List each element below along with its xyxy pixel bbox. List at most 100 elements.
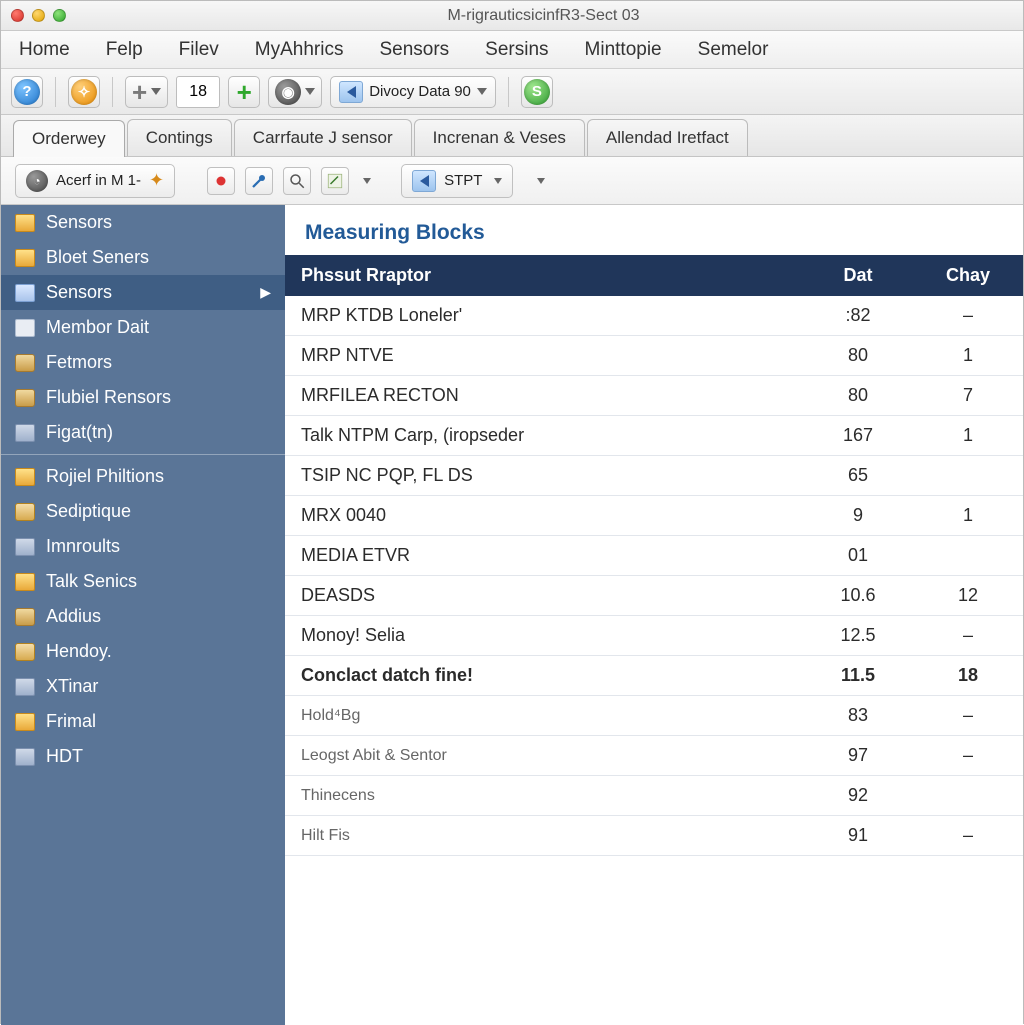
context-dropdown[interactable]: ◔ Acerf in M 1- ✦ [15,164,175,198]
help-button[interactable]: ? [11,76,43,108]
sidebar-item-addius[interactable]: Addius [1,599,285,634]
sidebar-item-frimal[interactable]: Frimal [1,704,285,739]
minimize-icon[interactable] [32,9,45,22]
separator [112,77,113,107]
add-green-button[interactable]: + [228,76,260,108]
sidebar-item-label: Sediptique [46,501,131,522]
tab-contings[interactable]: Contings [127,119,232,156]
menu-felp[interactable]: Felp [88,31,161,68]
data-source-dropdown[interactable]: Divocy Data 90 [330,76,496,108]
sidebar-item-rojiel-philtions[interactable]: Rojiel Philtions [1,459,285,494]
menu-minttopie[interactable]: Minttopie [567,31,680,68]
row-dat: 12.5 [803,616,913,656]
settings-button[interactable]: ✧ [68,76,100,108]
column-header[interactable]: Dat [803,255,913,296]
table-row[interactable]: TSIP NC PQP, FL DS65 [285,456,1023,496]
row-chay: 1 [913,416,1023,456]
sidebar-item-sensors[interactable]: Sensors▶ [1,275,285,310]
row-name: Thinecens [285,776,803,816]
edit-button[interactable] [321,167,349,195]
stpt-dropdown[interactable]: STPT [401,164,513,198]
row-chay: – [913,696,1023,736]
menu-filev[interactable]: Filev [161,31,237,68]
menu-home[interactable]: Home [1,31,88,68]
row-name: Hold⁴Bg [285,696,803,736]
table-row[interactable]: DEASDS10.612 [285,576,1023,616]
table-row[interactable]: MRX 004091 [285,496,1023,536]
menu-semelor[interactable]: Semelor [680,31,787,68]
row-chay [913,776,1023,816]
row-chay [913,456,1023,496]
table-row[interactable]: Hold⁴Bg83– [285,696,1023,736]
chevron-down-icon [305,88,315,95]
row-dat: 10.6 [803,576,913,616]
row-name: Leogst Abit & Sentor [285,736,803,776]
tab-orderwey[interactable]: Orderwey [13,120,125,157]
table-row[interactable]: MRP KTDB Loneler':82– [285,296,1023,336]
tab-allendad-iretfact[interactable]: Allendad Iretfact [587,119,748,156]
row-name: MRFILEA RECTON [285,376,803,416]
sidebar-item-flubiel-rensors[interactable]: Flubiel Rensors [1,380,285,415]
menu-sersins[interactable]: Sersins [467,31,566,68]
back-icon [339,81,363,103]
star-icon: ✦ [149,170,164,191]
tab-increnan-veses[interactable]: Increnan & Veses [414,119,585,156]
cube-icon [15,608,35,626]
target-icon: ◉ [275,79,301,105]
folder-y-icon [15,468,35,486]
search-button[interactable] [283,167,311,195]
table-row[interactable]: Monoy! Selia12.5– [285,616,1023,656]
row-chay: – [913,816,1023,856]
sidebar-item-imnroults[interactable]: Imnroults [1,529,285,564]
table-row[interactable]: MRP NTVE801 [285,336,1023,376]
sidebar-item-label: Membor Dait [46,317,149,338]
app-window: M-rigrauticsicinfR3-Sect 03 HomeFelpFile… [0,0,1024,1024]
menubar: HomeFelpFilevMyAhhricsSensorsSersinsMint… [1,31,1023,69]
row-name: TSIP NC PQP, FL DS [285,456,803,496]
sidebar-item-label: Bloet Seners [46,247,149,268]
sidebar-item-figat-tn-[interactable]: Figat(tn) [1,415,285,450]
menu-myahhrics[interactable]: MyAhhrics [237,31,362,68]
table-row[interactable]: Hilt Fis91– [285,816,1023,856]
tab-carrfaute-j-sensor[interactable]: Carrfaute J sensor [234,119,412,156]
table-row[interactable]: MRFILEA RECTON807 [285,376,1023,416]
row-name: Talk NTPM Carp, (iropseder [285,416,803,456]
table-row[interactable]: MEDIA ETVR01 [285,536,1023,576]
record-button[interactable] [207,167,235,195]
table-row[interactable]: Conclact datch fine!11.518 [285,656,1023,696]
close-icon[interactable] [11,9,24,22]
sidebar-divider [1,454,285,455]
stack-icon [15,424,35,442]
row-dat: 80 [803,376,913,416]
add-button[interactable]: + [125,76,168,108]
target-button[interactable]: ◉ [268,76,322,108]
sidebar-item-hdt[interactable]: HDT [1,739,285,774]
folder-y-icon [15,573,35,591]
sidebar-item-talk-senics[interactable]: Talk Senics [1,564,285,599]
sidebar-item-sediptique[interactable]: Sediptique [1,494,285,529]
row-dat: 80 [803,336,913,376]
sidebar-item-membor-dait[interactable]: Membor Dait [1,310,285,345]
sync-button[interactable]: S [521,76,553,108]
table-row[interactable]: Leogst Abit & Sentor97– [285,736,1023,776]
chevron-down-icon [363,178,371,184]
sidebar-item-fetmors[interactable]: Fetmors [1,345,285,380]
folder-b-icon [15,284,35,302]
column-header[interactable]: Chay [913,255,1023,296]
sidebar-item-label: Imnroults [46,536,120,557]
sidebar-item-hendoy-[interactable]: Hendoy. [1,634,285,669]
menu-sensors[interactable]: Sensors [361,31,467,68]
sidebar-item-xtinar[interactable]: XTinar [1,669,285,704]
chevron-down-icon [537,178,545,184]
sidebar-item-bloet-seners[interactable]: Bloet Seners [1,240,285,275]
sidebar-item-sensors[interactable]: Sensors [1,205,285,240]
step-input[interactable] [176,76,220,108]
sidebar: Sensors Bloet Seners Sensors▶ Membor Dait Fe… [1,205,285,1025]
probe-button[interactable] [245,167,273,195]
zoom-icon[interactable] [53,9,66,22]
table-row[interactable]: Thinecens92 [285,776,1023,816]
row-dat: 11.5 [803,656,913,696]
column-header[interactable]: Phssut Rraptor [285,255,803,296]
row-name: MEDIA ETVR [285,536,803,576]
table-row[interactable]: Talk NTPM Carp, (iropseder1671 [285,416,1023,456]
